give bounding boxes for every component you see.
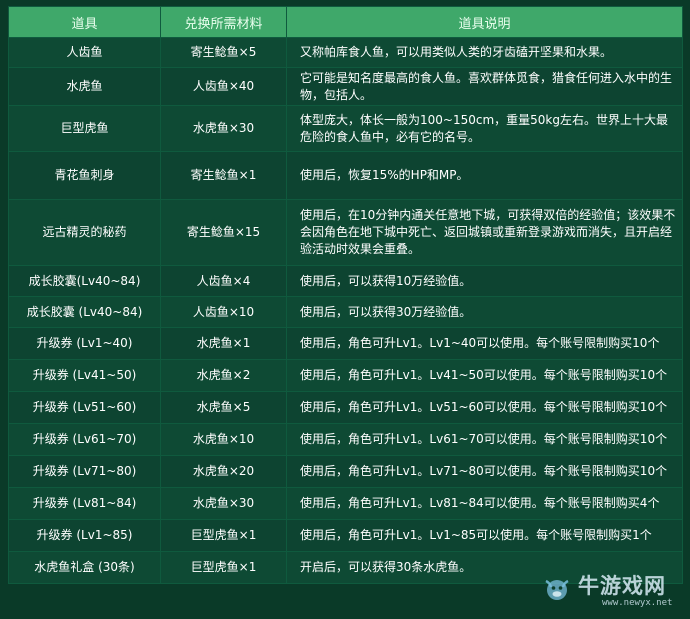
table-row: 成长胶囊 (Lv40~84) 人齿鱼×10 使用后，可以获得30万经验值。: [8, 296, 683, 328]
description-cell: 使用后，角色可升Lv1。Lv61~70可以使用。每个账号限制购买10个: [286, 423, 683, 456]
material-cell: 水虎鱼×20: [160, 455, 287, 488]
table-row: 升级券 (Lv1~85) 巨型虎鱼×1 使用后，角色可升Lv1。Lv1~85可以使用…: [8, 519, 683, 552]
item-name-cell: 人齿鱼: [8, 37, 161, 68]
description-cell: 又称帕库食人鱼，可以用类似人类的牙齿磕开坚果和水果。: [286, 37, 683, 68]
table-body: 人齿鱼 寄生鲶鱼×5 又称帕库食人鱼，可以用类似人类的牙齿磕开坚果和水果。 水虎鱼 人齿…: [8, 37, 683, 584]
item-name-cell: 成长胶囊 (Lv40~84): [8, 296, 161, 328]
item-name-cell: 远古精灵的秘药: [8, 199, 161, 266]
description-cell: 使用后，在10分钟内通关任意地下城，可获得双倍的经验值；该效果不会因角色在地下城…: [286, 199, 683, 266]
description-cell: 使用后，角色可升Lv1。Lv1~85可以使用。每个账号限制购买1个: [286, 519, 683, 552]
description-cell: 使用后，可以获得30万经验值。: [286, 296, 683, 328]
description-cell: 使用后，恢复15%的HP和MP。: [286, 151, 683, 200]
material-cell: 寄生鲶鱼×1: [160, 151, 287, 200]
table-row: 升级券 (Lv51~60) 水虎鱼×5 使用后，角色可升Lv1。Lv51~60可以使…: [8, 391, 683, 424]
description-cell: 使用后，可以获得10万经验值。: [286, 265, 683, 297]
material-cell: 巨型虎鱼×1: [160, 551, 287, 584]
material-cell: 寄生鲶鱼×5: [160, 37, 287, 68]
material-cell: 巨型虎鱼×1: [160, 519, 287, 552]
watermark-url: www.newyx.net: [602, 598, 673, 608]
description-cell: 体型庞大，体长一般为100~150cm，重量50kg左右。世界上十大最危险的食人…: [286, 105, 683, 152]
item-name-cell: 升级券 (Lv41~50): [8, 359, 161, 392]
table-row: 升级券 (Lv71~80) 水虎鱼×20 使用后，角色可升Lv1。Lv71~80可以…: [8, 455, 683, 488]
description-cell: 使用后，角色可升Lv1。Lv71~80可以使用。每个账号限制购买10个: [286, 455, 683, 488]
site-watermark: 牛游戏网 www.newyx.net: [542, 569, 684, 613]
item-name-cell: 青花鱼刺身: [8, 151, 161, 200]
watermark-name: 牛游戏网: [578, 574, 666, 598]
material-cell: 水虎鱼×5: [160, 391, 287, 424]
material-cell: 人齿鱼×4: [160, 265, 287, 297]
item-name-cell: 巨型虎鱼: [8, 105, 161, 152]
table-row: 升级券 (Lv81~84) 水虎鱼×30 使用后，角色可升Lv1。Lv81~84可以…: [8, 487, 683, 520]
item-name-cell: 升级券 (Lv51~60): [8, 391, 161, 424]
table-row: 远古精灵的秘药 寄生鲶鱼×15 使用后，在10分钟内通关任意地下城，可获得双倍的经验…: [8, 199, 683, 266]
table-row: 升级券 (Lv1~40) 水虎鱼×1 使用后，角色可升Lv1。Lv1~40可以使用。…: [8, 327, 683, 360]
item-name-cell: 水虎鱼: [8, 67, 161, 106]
material-cell: 人齿鱼×40: [160, 67, 287, 106]
table-row: 升级券 (Lv41~50) 水虎鱼×2 使用后，角色可升Lv1。Lv41~50可以使…: [8, 359, 683, 392]
material-cell: 人齿鱼×10: [160, 296, 287, 328]
material-cell: 寄生鲶鱼×15: [160, 199, 287, 266]
header-item: 道具: [8, 6, 161, 38]
table-row: 成长胶囊(Lv40~84) 人齿鱼×4 使用后，可以获得10万经验值。: [8, 265, 683, 297]
table-row: 人齿鱼 寄生鲶鱼×5 又称帕库食人鱼，可以用类似人类的牙齿磕开坚果和水果。: [8, 37, 683, 68]
material-cell: 水虎鱼×30: [160, 487, 287, 520]
material-cell: 水虎鱼×2: [160, 359, 287, 392]
table-row: 巨型虎鱼 水虎鱼×30 体型庞大，体长一般为100~150cm，重量50kg左右。世…: [8, 105, 683, 152]
header-material: 兑换所需材料: [160, 6, 287, 38]
item-name-cell: 升级券 (Lv1~40): [8, 327, 161, 360]
item-name-cell: 成长胶囊(Lv40~84): [8, 265, 161, 297]
description-cell: 使用后，角色可升Lv1。Lv41~50可以使用。每个账号限制购买10个: [286, 359, 683, 392]
bull-logo-icon: [545, 579, 569, 600]
item-name-cell: 升级券 (Lv1~85): [8, 519, 161, 552]
description-cell: 使用后，角色可升Lv1。Lv51~60可以使用。每个账号限制购买10个: [286, 391, 683, 424]
item-exchange-table: 道具 兑换所需材料 道具说明 人齿鱼 寄生鲶鱼×5 又称帕库食人鱼，可以用类似人类的…: [8, 6, 683, 584]
table-row: 青花鱼刺身 寄生鲶鱼×1 使用后，恢复15%的HP和MP。: [8, 151, 683, 200]
header-description: 道具说明: [286, 6, 683, 38]
material-cell: 水虎鱼×30: [160, 105, 287, 152]
description-cell: 使用后，角色可升Lv1。Lv1~40可以使用。每个账号限制购买10个: [286, 327, 683, 360]
item-name-cell: 水虎鱼礼盒 (30条): [8, 551, 161, 584]
table-header-row: 道具 兑换所需材料 道具说明: [8, 6, 683, 38]
material-cell: 水虎鱼×1: [160, 327, 287, 360]
item-name-cell: 升级券 (Lv61~70): [8, 423, 161, 456]
table-row: 升级券 (Lv61~70) 水虎鱼×10 使用后，角色可升Lv1。Lv61~70可以…: [8, 423, 683, 456]
material-cell: 水虎鱼×10: [160, 423, 287, 456]
item-name-cell: 升级券 (Lv71~80): [8, 455, 161, 488]
description-cell: 它可能是知名度最高的食人鱼。喜欢群体觅食，猎食任何进入水中的生物，包括人。: [286, 67, 683, 106]
description-cell: 使用后，角色可升Lv1。Lv81~84可以使用。每个账号限制购买4个: [286, 487, 683, 520]
table-row: 水虎鱼 人齿鱼×40 它可能是知名度最高的食人鱼。喜欢群体觅食，猎食任何进入水中的生…: [8, 67, 683, 106]
item-name-cell: 升级券 (Lv81~84): [8, 487, 161, 520]
